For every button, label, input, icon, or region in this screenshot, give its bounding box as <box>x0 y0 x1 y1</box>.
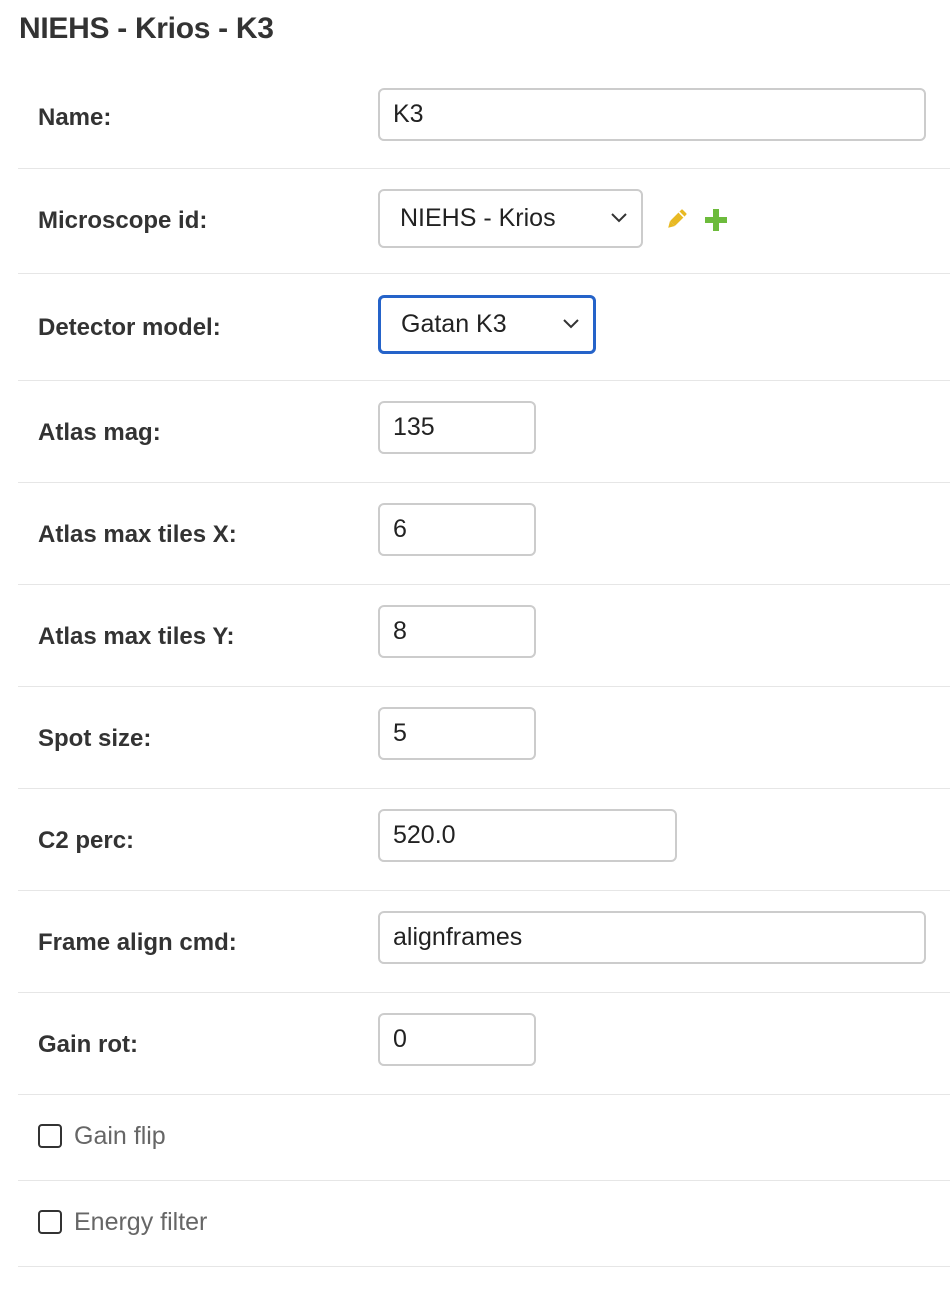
gain-flip-checkbox[interactable] <box>38 1124 62 1148</box>
form-row-gain-rot: Gain rot: 0 <box>18 993 950 1095</box>
microscope-id-select[interactable]: NIEHS - Krios <box>378 189 643 248</box>
spot-size-input[interactable]: 5 <box>378 707 536 760</box>
atlas-max-tiles-y-label: Atlas max tiles Y: <box>38 623 235 650</box>
microscope-id-label: Microscope id: <box>38 207 208 234</box>
page-title: NIEHS - Krios - K3 <box>19 12 274 45</box>
frame-align-cmd-input[interactable]: alignframes <box>378 911 926 964</box>
name-label: Name: <box>38 104 112 131</box>
chevron-down-icon <box>611 212 627 222</box>
gain-rot-label: Gain rot: <box>38 1031 138 1058</box>
energy-filter-checkbox[interactable] <box>38 1210 62 1234</box>
atlas-mag-input[interactable]: 135 <box>378 401 536 454</box>
spot-size-label: Spot size: <box>38 725 152 752</box>
atlas-max-tiles-x-label: Atlas max tiles X: <box>38 521 237 548</box>
energy-filter-label[interactable]: Energy filter <box>74 1208 207 1237</box>
form-row-atlas-max-tiles-x: Atlas max tiles X: 6 <box>18 483 950 585</box>
page: NIEHS - Krios - K3 Name: K3 Microscope i… <box>0 0 950 1298</box>
form-row-energy-filter: Energy filter <box>18 1181 950 1267</box>
detector-model-selected-value: Gatan K3 <box>401 310 507 338</box>
form-row-c2-perc: C2 perc: 520.0 <box>18 789 950 891</box>
form-row-atlas-mag: Atlas mag: 135 <box>18 381 950 483</box>
change-form: Name: K3 Microscope id: NIEHS - Krios De… <box>18 66 950 1267</box>
atlas-max-tiles-y-input[interactable]: 8 <box>378 605 536 658</box>
form-row-spot-size: Spot size: 5 <box>18 687 950 789</box>
plus-icon[interactable] <box>703 207 729 233</box>
form-row-atlas-max-tiles-y: Atlas max tiles Y: 8 <box>18 585 950 687</box>
gain-flip-label[interactable]: Gain flip <box>74 1122 166 1151</box>
name-input[interactable]: K3 <box>378 88 926 141</box>
form-row-microscope-id: Microscope id: NIEHS - Krios <box>18 169 950 274</box>
chevron-down-icon <box>563 318 579 328</box>
c2-perc-label: C2 perc: <box>38 827 135 854</box>
detector-model-label: Detector model: <box>38 314 221 341</box>
atlas-max-tiles-x-input[interactable]: 6 <box>378 503 536 556</box>
microscope-id-selected-value: NIEHS - Krios <box>400 204 556 232</box>
form-row-name: Name: K3 <box>18 66 950 169</box>
gain-rot-input[interactable]: 0 <box>378 1013 536 1066</box>
form-row-detector-model: Detector model: Gatan K3 <box>18 274 950 381</box>
pencil-icon[interactable] <box>663 207 689 233</box>
atlas-mag-label: Atlas mag: <box>38 419 161 446</box>
frame-align-cmd-label: Frame align cmd: <box>38 929 237 956</box>
detector-model-select[interactable]: Gatan K3 <box>378 295 596 354</box>
form-row-gain-flip: Gain flip <box>18 1095 950 1181</box>
c2-perc-input[interactable]: 520.0 <box>378 809 677 862</box>
form-row-frame-align-cmd: Frame align cmd: alignframes <box>18 891 950 993</box>
